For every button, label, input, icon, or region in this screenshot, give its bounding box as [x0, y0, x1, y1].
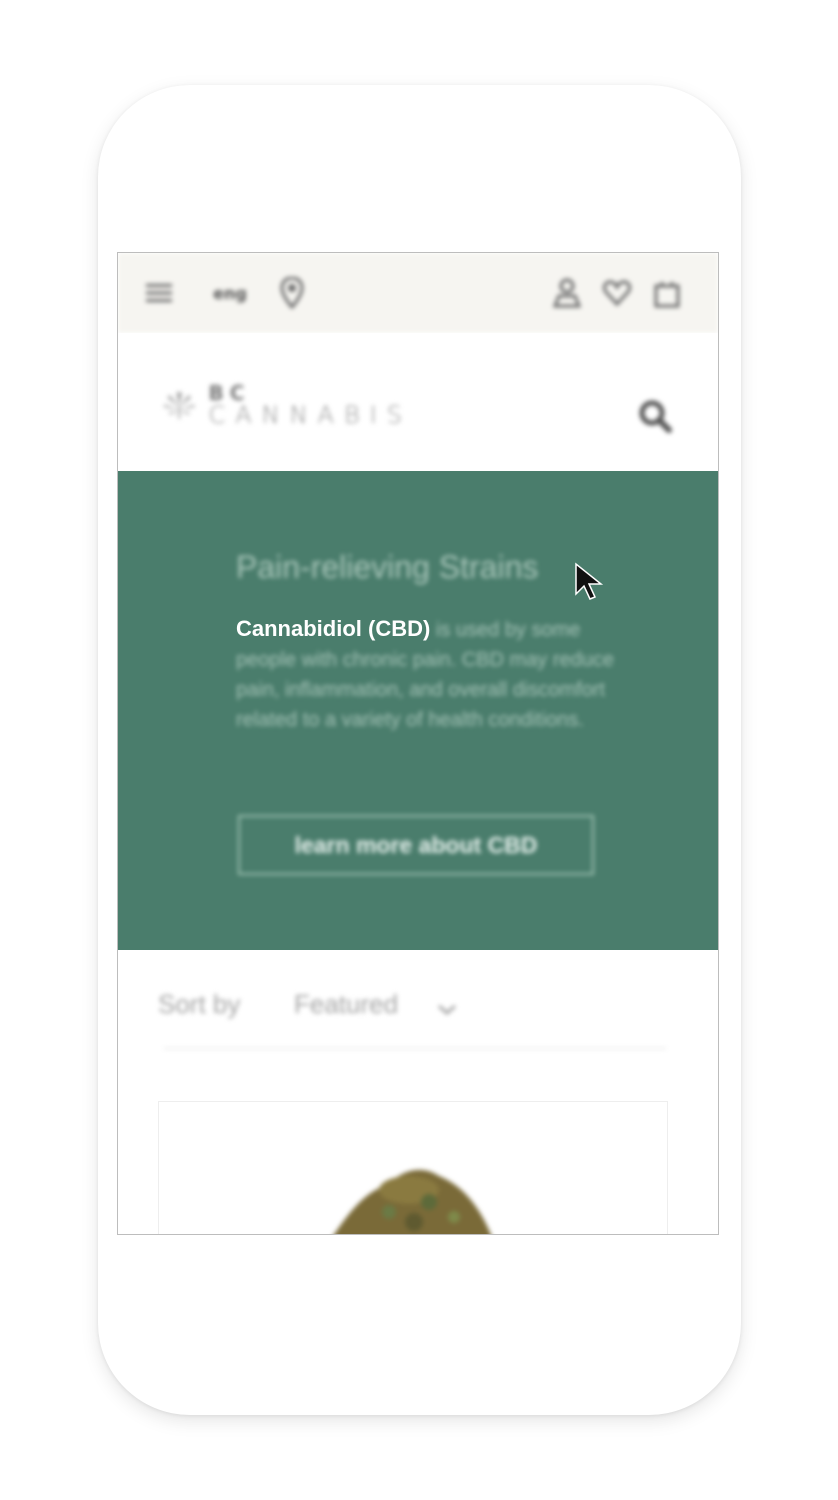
logo-line-bc: BC	[208, 381, 251, 405]
product-card[interactable]	[158, 1101, 668, 1234]
learn-more-cbd-label: learn more about CBD	[294, 831, 538, 858]
search-icon[interactable]	[638, 399, 672, 433]
mouse-cursor-icon	[574, 562, 608, 602]
hero-description: Cannabidiol (CBD) is used by some people…	[236, 614, 636, 735]
account-icon[interactable]	[552, 278, 582, 308]
sort-row: Sort by Featured	[158, 983, 668, 1043]
app-screen: eng BC CANNABIS Pain-relieving Strains C…	[117, 252, 719, 1235]
sort-label: Sort by	[158, 989, 241, 1019]
chevron-down-icon[interactable]	[436, 999, 458, 1019]
shopping-bag-icon[interactable]	[652, 279, 682, 308]
language-selector[interactable]: eng	[210, 279, 250, 307]
sort-select[interactable]: Featured	[294, 989, 398, 1020]
sort-divider	[164, 1048, 666, 1049]
header-brand-row: BC CANNABIS	[118, 333, 718, 469]
hero-banner: Pain-relieving Strains Cannabidiol (CBD)…	[118, 471, 718, 950]
learn-more-cbd-button[interactable]: learn more about CBD	[238, 815, 594, 875]
menu-icon[interactable]	[146, 279, 172, 307]
heart-icon[interactable]	[602, 279, 632, 307]
hero-title: Pain-relieving Strains	[236, 549, 539, 585]
cannabis-bud-image	[309, 1162, 519, 1234]
hero-description-strong: Cannabidiol (CBD)	[236, 616, 431, 641]
brand-logo[interactable]: BC CANNABIS	[162, 377, 412, 433]
cannabis-leaf-icon	[163, 392, 196, 419]
top-utility-bar: eng	[118, 253, 718, 333]
map-pin-icon[interactable]	[278, 277, 306, 309]
language-label: eng	[213, 283, 247, 303]
logo-line-cannabis: CANNABIS	[208, 401, 412, 429]
